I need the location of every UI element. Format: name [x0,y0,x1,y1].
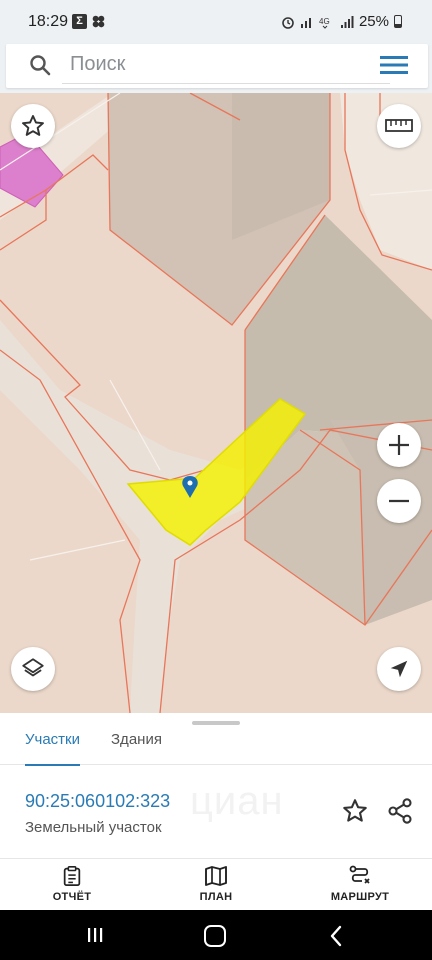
plus-icon [389,435,409,455]
search-box[interactable]: Поиск [6,44,428,88]
notification-icons: Σ [72,14,106,29]
home-icon[interactable] [204,925,226,947]
search-underline [62,83,390,84]
map-icon [205,866,227,886]
report-button[interactable]: ОТЧЁТ [22,865,122,903]
route-button[interactable]: МАРШРУТ [310,865,410,903]
sheet-drag-handle[interactable] [192,721,240,725]
route-label: МАРШРУТ [330,891,390,903]
minus-icon [389,499,409,503]
measure-button[interactable] [377,104,421,148]
menu-icon[interactable] [380,54,408,76]
map-view[interactable] [0,93,432,713]
search-icon[interactable] [28,53,52,77]
clipboard-icon [63,866,81,887]
app-notification-icon [92,15,105,28]
tab-parcels[interactable]: Участки [25,731,80,766]
tab-buildings[interactable]: Здания [111,731,162,765]
4g-icon: 4G [319,17,330,29]
battery-percent: 25% [358,13,389,30]
layers-icon [22,658,44,677]
ruler-icon [385,119,413,132]
star-outline-icon [22,115,44,136]
bottom-sheet: Участки Здания циан 90:25:060102:323 Зем… [0,713,432,858]
search-bar: Поиск [0,44,432,93]
back-icon[interactable] [326,924,346,948]
alarm-icon [282,16,294,29]
bottom-action-bar: ОТЧЁТ ПЛАН МАРШРУТ [0,858,432,910]
cian-watermark: циан [190,779,284,823]
report-label: ОТЧЁТ [52,891,92,903]
plan-button[interactable]: ПЛАН [166,865,266,903]
favorite-map-button[interactable] [11,104,55,148]
plan-label: ПЛАН [199,891,233,903]
battery-icon [394,15,402,28]
parcel-cadastral-number[interactable]: 90:25:060102:323 [25,791,170,812]
tab-bar: Участки Здания [0,727,432,766]
navigation-arrow-icon [390,660,408,678]
sigma-app-icon: Σ [72,14,87,29]
status-bar: 18:29 Σ 4G 25% [0,0,432,44]
map-canvas[interactable] [0,93,432,713]
search-input[interactable]: Поиск [70,53,125,76]
my-location-button[interactable] [377,647,421,691]
system-status-icons: 4G 25% [281,13,402,30]
zoom-out-button[interactable] [377,479,421,523]
layers-button[interactable] [11,647,55,691]
signal-icon [340,15,354,28]
share-icon[interactable] [386,797,414,825]
recent-apps-icon[interactable] [86,926,104,944]
zoom-in-button[interactable] [377,423,421,467]
status-time: 18:29 [28,13,69,30]
wifi-calling-icon [300,17,311,28]
system-navigation-bar [0,910,432,960]
route-icon [349,865,370,884]
parcel-type: Земельный участок [25,819,162,836]
star-icon[interactable] [341,797,369,825]
svg-text:4G: 4G [319,17,330,26]
